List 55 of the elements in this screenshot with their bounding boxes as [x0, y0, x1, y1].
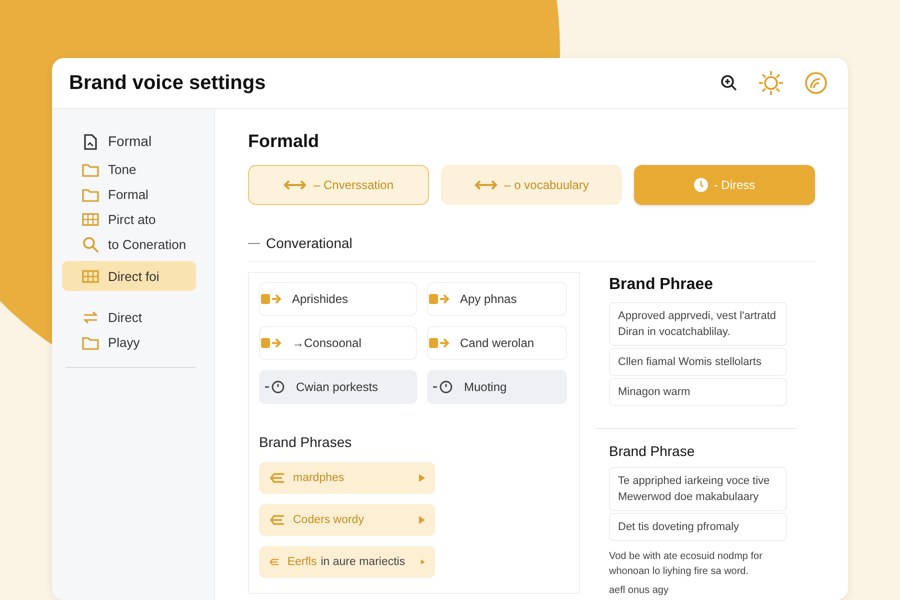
search-icon	[81, 235, 100, 254]
back-arrow-icon	[269, 472, 285, 484]
double-arrow-icon	[283, 178, 308, 192]
caret-icon	[421, 558, 425, 566]
clock-icon	[264, 380, 286, 394]
phrase-text: Approved apprvedi, vest l'artratd	[618, 309, 778, 324]
arrow-tag-icon	[260, 336, 282, 350]
option-chip[interactable]: →Consoonal	[259, 326, 417, 360]
sidebar-item[interactable]: Formal	[62, 182, 196, 207]
panel-heading: Brand Phraee	[609, 276, 714, 294]
footer-text: aefl onus agy	[609, 585, 670, 596]
phrase-label: Coders wordy	[293, 514, 364, 526]
phrase-text: Mewerwod doe makabulaary	[618, 490, 760, 505]
note-text: Vod be with ate ecosuid nodmp for whonoan lo liyhing fire sa word.	[609, 550, 764, 579]
option-chip[interactable]: Aprishides	[259, 282, 417, 316]
section-title: Formald	[248, 131, 320, 153]
sidebar-item[interactable]: Direct	[62, 305, 196, 330]
phrase-text: Minagon warm	[618, 385, 692, 400]
panel-heading: Brand Phrase	[609, 443, 696, 459]
option-chip[interactable]: Cwian porkests	[259, 370, 417, 404]
sidebar-item[interactable]: Direct foi	[62, 261, 196, 291]
sidebar-item[interactable]: Formal	[62, 127, 196, 155]
search-icon[interactable]	[720, 74, 738, 92]
sidebar-item[interactable]: Pirct ato	[62, 207, 196, 232]
phrase-text: Det tis doveting pfromaly	[618, 520, 740, 535]
sidebar-item[interactable]: Playy	[62, 330, 196, 355]
sun-icon[interactable]	[758, 70, 784, 96]
option-chip[interactable]: Muoting	[427, 370, 567, 404]
double-arrow-icon	[474, 178, 498, 192]
phrase-label: in aure mariectis	[320, 556, 406, 568]
option-chip[interactable]: Cand werolan	[427, 326, 567, 360]
phrase-label: Eerfls	[287, 556, 317, 568]
sidebar-item[interactable]: Tone	[62, 157, 196, 182]
back-arrow-icon	[269, 556, 280, 568]
arrow-tag-icon	[260, 292, 282, 306]
phrase-item[interactable]: Eerfls in aure mariectis	[259, 546, 435, 578]
window-title: Brand voice settings	[69, 72, 266, 94]
caret-icon	[419, 516, 425, 524]
grid-icon	[81, 210, 100, 229]
back-arrow-icon	[269, 514, 285, 526]
clock-icon	[432, 380, 454, 394]
caret-icon	[419, 474, 425, 482]
option-chip[interactable]: Apy phnas	[427, 282, 567, 316]
document-icon	[81, 132, 100, 150]
section-heading: Converational	[266, 235, 352, 251]
phrase-text: Te appriphed iarkeing voce tive	[618, 474, 771, 489]
clock-icon	[694, 178, 708, 192]
sidebar-item[interactable]: to Coneration	[62, 232, 196, 257]
phrases-heading: Brand Phrases	[259, 434, 353, 450]
swirl-icon[interactable]	[804, 71, 828, 95]
arrow-tag-icon	[428, 292, 450, 306]
phrase-text: Cllen fiamal Womis stellolarts	[618, 355, 762, 370]
phrase-label: mardphes	[293, 472, 344, 484]
arrow-tag-icon	[428, 336, 450, 350]
phrase-text: Diran in vocatchablilay.	[618, 325, 732, 340]
